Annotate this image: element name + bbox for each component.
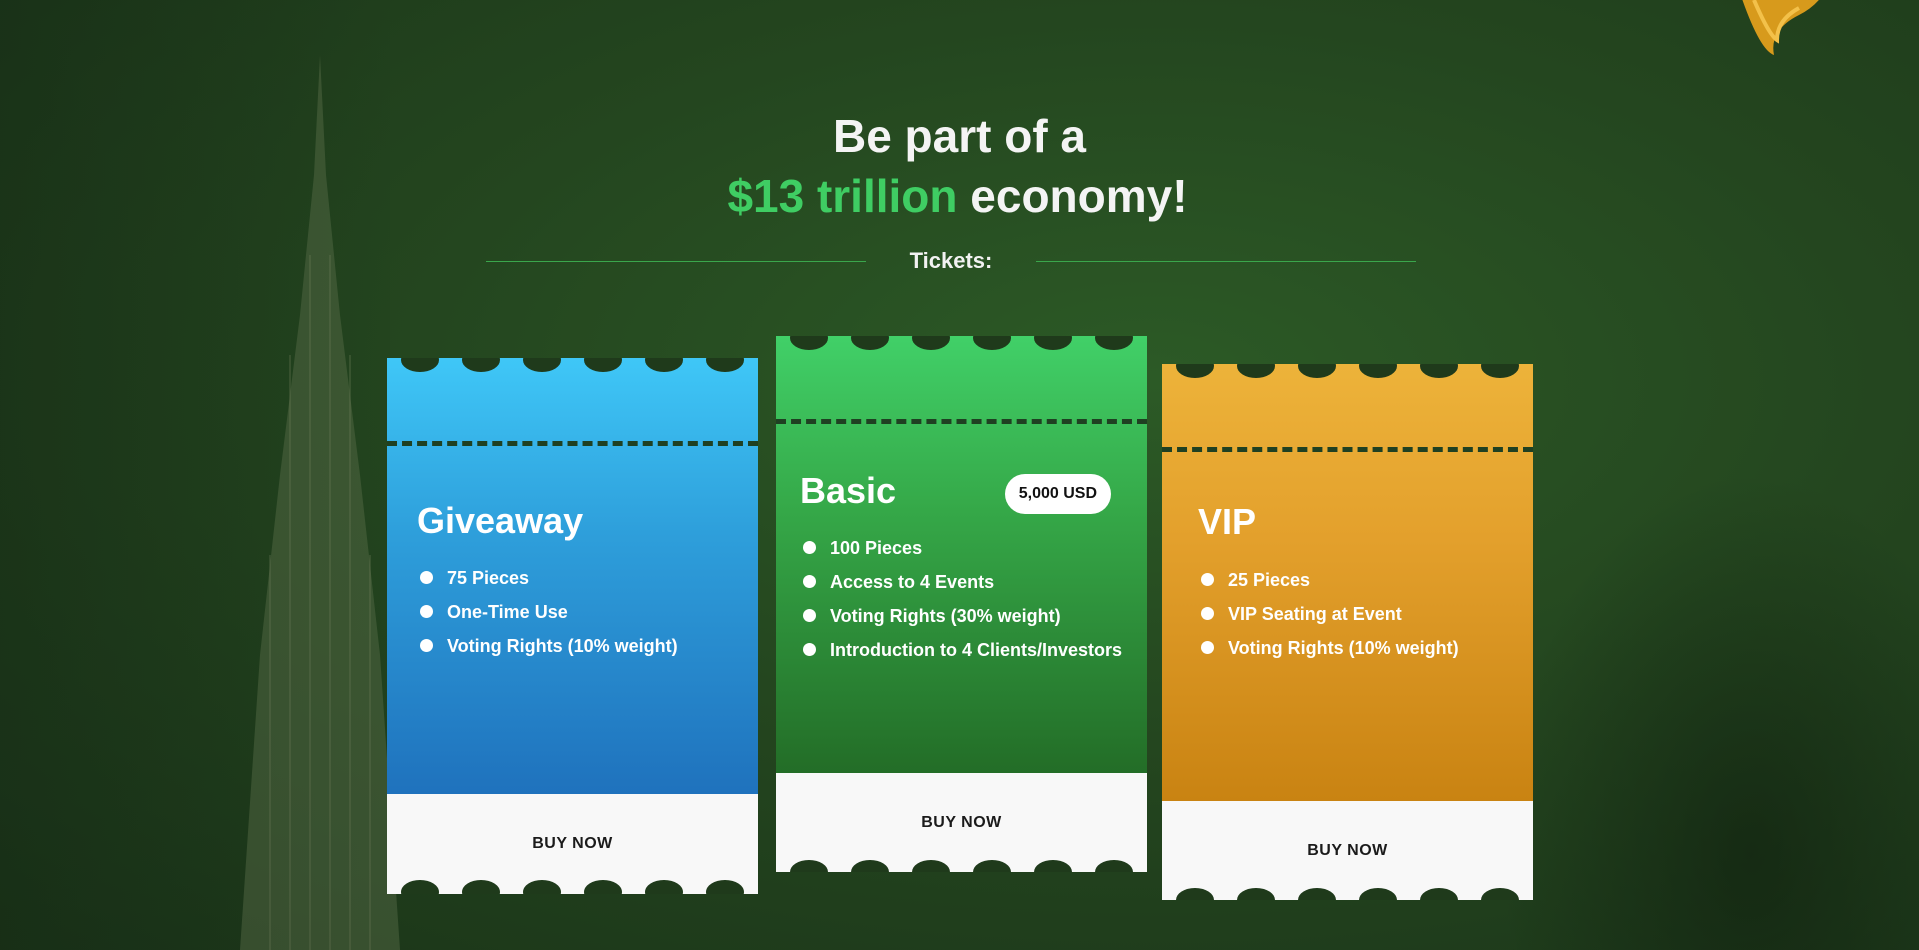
ticket-notches-bottom — [776, 860, 1147, 872]
feature-item: Introduction to 4 Clients/Investors — [800, 633, 1122, 667]
feature-item: 25 Pieces — [1198, 563, 1459, 597]
buy-now-button[interactable]: BUY NOW — [512, 827, 633, 861]
feature-item: 75 Pieces — [417, 561, 678, 595]
buy-now-button[interactable]: BUY NOW — [901, 806, 1022, 840]
ticket-top-panel: Basic 5,000 USD 100 Pieces Access to 4 E… — [776, 336, 1147, 773]
ticket-notches-top — [387, 358, 758, 372]
crowd-background — [1499, 470, 1919, 950]
perforation-line — [387, 441, 758, 446]
headline-rest: economy! — [957, 170, 1188, 222]
feature-item: Access to 4 Events — [800, 565, 1122, 599]
ticket-bottom-panel: BUY NOW — [776, 773, 1147, 872]
perforation-line — [776, 419, 1147, 424]
feature-item: Voting Rights (30% weight) — [800, 599, 1122, 633]
price-badge: 5,000 USD — [1004, 474, 1111, 514]
ticket-top-panel: VIP 25 Pieces VIP Seating at Event Votin… — [1162, 364, 1533, 801]
feature-item: VIP Seating at Event — [1198, 597, 1459, 631]
ticket-notches-bottom — [387, 880, 758, 894]
divider-left — [486, 261, 866, 262]
ticket-card-vip: VIP 25 Pieces VIP Seating at Event Votin… — [1162, 364, 1533, 900]
ticket-notches-top — [776, 336, 1147, 350]
feature-item: Voting Rights (10% weight) — [417, 629, 678, 663]
headline-line-1: Be part of a — [832, 110, 1087, 162]
ticket-bottom-panel: BUY NOW — [387, 794, 758, 894]
ticket-title: VIP — [1198, 501, 1257, 542]
ticket-card-basic: Basic 5,000 USD 100 Pieces Access to 4 E… — [776, 336, 1147, 872]
ticket-bottom-panel: BUY NOW — [1162, 801, 1533, 900]
feature-list: 25 Pieces VIP Seating at Event Voting Ri… — [1198, 563, 1459, 665]
feature-item: 100 Pieces — [800, 531, 1122, 565]
feature-item: One-Time Use — [417, 595, 678, 629]
ticket-notches-bottom — [1162, 888, 1533, 900]
ticket-title: Basic — [800, 470, 897, 511]
gold-ornament-icon — [1742, 0, 1819, 55]
headline-line-2: $13 trillion economy! — [0, 166, 1917, 226]
tickets-section-header: Tickets: — [0, 248, 1919, 278]
ticket-top-panel: Giveaway 75 Pieces One-Time Use Voting R… — [387, 358, 758, 794]
tickets-label: Tickets: — [909, 248, 993, 273]
feature-list: 75 Pieces One-Time Use Voting Rights (10… — [417, 561, 678, 663]
ticket-notches-top — [1162, 364, 1533, 378]
divider-right — [1036, 261, 1416, 262]
perforation-line — [1162, 447, 1533, 452]
feature-item: Voting Rights (10% weight) — [1198, 631, 1459, 665]
headline-accent: $13 trillion — [727, 170, 958, 222]
ticket-title: Giveaway — [417, 500, 584, 541]
feature-list: 100 Pieces Access to 4 Events Voting Rig… — [800, 531, 1122, 667]
ticket-card-giveaway: Giveaway 75 Pieces One-Time Use Voting R… — [387, 358, 758, 894]
buy-now-button[interactable]: BUY NOW — [1287, 834, 1408, 868]
